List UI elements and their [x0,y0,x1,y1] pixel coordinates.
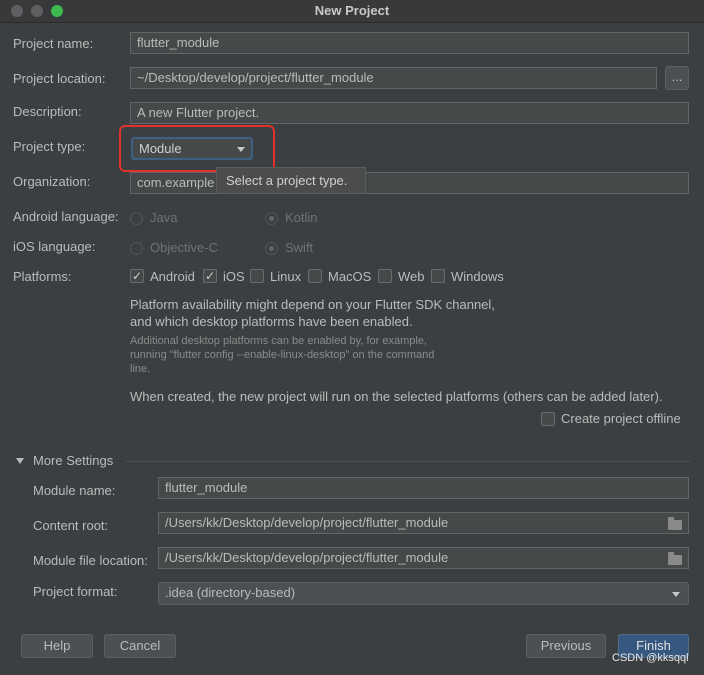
window-title: New Project [314,3,390,18]
project-type-label: Project type: [13,139,86,154]
project-location-label: Project location: [13,71,106,86]
project-format-select[interactable]: .idea (directory-based) [158,582,689,605]
platform-linux-checkbox[interactable] [250,269,264,283]
created-note: When created, the new project will run o… [130,389,663,404]
platform-hint-line-3: line. [130,363,151,375]
expand-triangle-icon[interactable] [16,458,24,464]
project-format-value: .idea (directory-based) [165,585,296,600]
platform-hint-line-2: running "flutter config --enable-linux-d… [130,349,435,361]
ios-swift-label: Swift [285,240,314,255]
chevron-down-icon [672,592,680,597]
platform-android-checkbox[interactable]: ✓ [130,269,144,283]
description-input[interactable]: A new Flutter project. [130,102,689,124]
platform-web-label: Web [398,269,425,284]
help-button[interactable]: Help [21,634,93,658]
ios-objc-label: Objective-C [150,240,218,255]
project-location-input[interactable]: ~/Desktop/develop/project/flutter_module [130,67,657,89]
previous-button[interactable]: Previous [526,634,606,658]
description-label: Description: [13,104,82,119]
platform-hint-line-1: Additional desktop platforms can be enab… [130,335,427,347]
module-name-label: Module name: [33,483,116,498]
folder-icon[interactable] [668,517,682,530]
organization-label: Organization: [13,174,91,189]
project-type-tooltip: Select a project type. [216,167,366,194]
ios-swift-radio[interactable] [265,242,278,255]
platform-info-line-1: Platform availability might depend on yo… [130,297,495,312]
platform-web-checkbox[interactable] [378,269,392,283]
project-format-label: Project format: [33,584,118,599]
platform-ios-checkbox[interactable]: ✓ [203,269,217,283]
platform-info-line-2: and which desktop platforms have been en… [130,314,413,329]
platform-macos-label: MacOS [328,269,372,284]
android-java-label: Java [150,210,178,225]
create-offline-label: Create project offline [561,411,681,426]
android-java-radio[interactable] [130,212,143,225]
android-language-label: Android language: [13,209,119,224]
project-name-input[interactable]: flutter_module [130,32,689,54]
annotation-highlight-box [119,125,275,172]
platforms-label: Platforms: [13,269,72,284]
watermark: CSDN @kksqql [612,652,689,664]
module-file-location-input[interactable]: /Users/kk/Desktop/develop/project/flutte… [158,547,689,569]
platform-ios-label: iOS [223,269,245,284]
create-offline-checkbox[interactable] [541,412,555,426]
platform-android-label: Android [150,269,195,284]
folder-icon[interactable] [668,552,682,565]
module-file-location-label: Module file location: [33,553,148,568]
platform-windows-checkbox[interactable] [431,269,445,283]
ios-objc-radio[interactable] [130,242,143,255]
organization-input[interactable]: com.example [130,172,689,194]
project-name-label: Project name: [13,36,94,51]
android-kotlin-label: Kotlin [285,210,318,225]
cancel-button[interactable]: Cancel [104,634,176,658]
platform-linux-label: Linux [270,269,302,284]
module-name-input[interactable]: flutter_module [158,477,689,499]
platform-macos-checkbox[interactable] [308,269,322,283]
title-bar: New Project [0,0,704,23]
content-root-label: Content root: [33,518,109,533]
ios-language-label: iOS language: [13,239,96,254]
more-settings-divider [126,461,690,462]
more-settings-header[interactable]: More Settings [33,453,113,468]
browse-location-button[interactable]: ... [665,66,689,90]
content-root-input[interactable]: /Users/kk/Desktop/develop/project/flutte… [158,512,689,534]
platform-windows-label: Windows [451,269,504,284]
android-kotlin-radio[interactable] [265,212,278,225]
